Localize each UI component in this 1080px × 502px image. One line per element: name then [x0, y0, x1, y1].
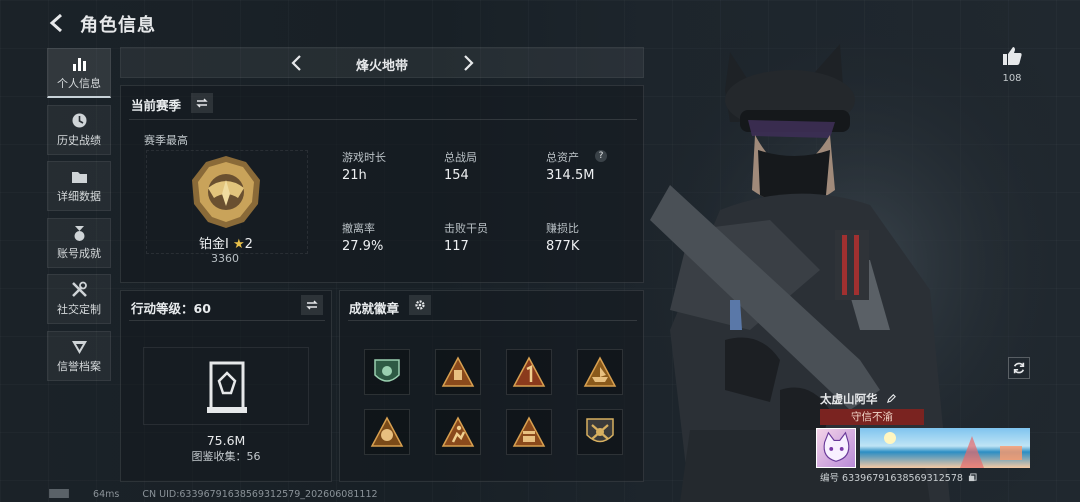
likes-count: 108 — [1002, 73, 1022, 84]
crest-badge-icon — [586, 418, 614, 443]
nav-label: 社交定制 — [57, 303, 101, 316]
cn-uid: CN UID:63396791638569312579_202606081112 — [142, 489, 378, 500]
beach-scene-icon — [884, 432, 1022, 468]
page-title: 角色信息 — [80, 15, 156, 36]
ping-value: 64ms — [93, 489, 120, 500]
collection-value: 75.6M — [206, 433, 246, 448]
profile-banner[interactable] — [860, 428, 1030, 468]
swap-icon — [196, 98, 208, 108]
nav-item-personal-info[interactable]: 个人信息 — [47, 48, 111, 98]
triangle-badge-icon — [441, 356, 475, 387]
folder-icon — [71, 172, 87, 183]
nav-label: 详细数据 — [57, 190, 101, 203]
nav-label: 信誉档案 — [57, 359, 101, 373]
display-case-icon — [207, 361, 247, 413]
achievement-badge[interactable] — [506, 409, 552, 455]
crate-badge-icon — [512, 416, 546, 447]
screen: 角色信息 个人信息 历史战绩 详细数据 账号成就 社交定制 信誉档案 烽火地带 … — [0, 0, 1080, 502]
achievements-title: 成就徽章 — [349, 301, 400, 316]
player-name: 太虚山阿华 — [820, 391, 897, 407]
gear-icon — [415, 300, 425, 310]
cat-avatar-icon — [823, 431, 850, 462]
divider — [129, 119, 637, 120]
shield-badge-icon — [374, 359, 400, 382]
player-uid: 编号 63396791638569312578 — [820, 470, 977, 484]
divider — [348, 320, 637, 321]
swap-action-button[interactable] — [301, 295, 323, 315]
nav-item-reputation[interactable]: 信誉档案 — [47, 330, 111, 381]
achievement-badge[interactable] — [364, 349, 410, 395]
copy-icon[interactable] — [968, 473, 977, 482]
stat-label: 撤离率 — [342, 222, 375, 235]
season-panel: 当前赛季 赛季最高 铂金Ⅰ ★2 3360 游戏时长 21h 总战局 154 总… — [120, 85, 644, 283]
stat-value: 27.9% — [342, 239, 384, 254]
achievement-badge[interactable] — [577, 409, 623, 455]
tools-icon — [71, 281, 87, 297]
rank-emblem-icon — [192, 156, 260, 228]
stat-label: 总战局 — [444, 151, 477, 164]
achievement-badge[interactable] — [435, 409, 481, 455]
help-icon[interactable]: ? — [595, 150, 607, 162]
collection-count: 图鉴收集：56 — [191, 450, 261, 463]
rank-score: 3360 — [211, 252, 239, 265]
signal-bars-icon — [49, 489, 69, 498]
nav-item-details[interactable]: 详细数据 — [47, 161, 111, 211]
edit-pencil-icon[interactable] — [886, 393, 897, 404]
stat-label: 击败干员 — [444, 222, 488, 235]
achievement-badge[interactable] — [364, 409, 410, 455]
stat-label: 赚损比 — [546, 222, 579, 235]
stat-value: 154 — [444, 168, 469, 183]
stat-value: 21h — [342, 168, 367, 183]
footer-status: 64ms CN UID:63396791638569312579_2026060… — [48, 489, 378, 500]
achievement-badge[interactable] — [506, 349, 552, 395]
nav-item-history[interactable]: 历史战绩 — [47, 104, 111, 155]
nav-item-achievements[interactable]: 账号成就 — [47, 217, 111, 268]
achievement-badge[interactable] — [577, 349, 623, 395]
stat-value: 117 — [444, 239, 469, 254]
stat-label: 总资产 — [546, 151, 579, 164]
number-one-badge-icon — [512, 356, 546, 387]
swap-icon — [306, 300, 318, 310]
thumbs-up-icon[interactable] — [1000, 44, 1024, 68]
clock-icon — [72, 113, 86, 127]
nav-item-social[interactable]: 社交定制 — [47, 274, 111, 324]
season-peak-label: 赛季最高 — [144, 134, 188, 147]
avatar[interactable] — [816, 428, 856, 468]
refresh-icon — [1013, 362, 1025, 374]
side-nav: 个人信息 历史战绩 详细数据 账号成就 社交定制 信誉档案 — [47, 48, 111, 387]
swap-season-button[interactable] — [191, 93, 213, 113]
action-level-panel: 行动等级：60 75.6M 图鉴收集：56 — [120, 290, 332, 482]
stat-label: 游戏时长 — [342, 151, 386, 164]
achievement-badge[interactable] — [435, 349, 481, 395]
player-motto-tag: 守信不渝 — [820, 409, 924, 425]
action-level-title: 行动等级：60 — [131, 301, 211, 316]
chevron-right-icon[interactable] — [462, 54, 476, 72]
achievements-panel: 成就徽章 — [339, 290, 644, 482]
map-selector: 烽火地带 — [120, 47, 644, 78]
divider — [129, 320, 325, 321]
nav-label: 历史战绩 — [57, 133, 101, 147]
bar-chart-icon — [72, 57, 86, 71]
boat-badge-icon — [583, 356, 617, 387]
shield-icon — [71, 340, 87, 354]
rank-name: 铂金Ⅰ ★2 — [199, 237, 253, 252]
stat-value: 877K — [546, 239, 580, 254]
fifty-badge-icon — [370, 416, 404, 447]
season-title: 当前赛季 — [131, 98, 182, 113]
nav-label: 账号成就 — [57, 246, 101, 260]
achievement-settings-button[interactable] — [409, 295, 431, 315]
back-arrow-icon[interactable] — [46, 12, 68, 34]
medal-icon — [74, 225, 84, 241]
runner-badge-icon — [441, 416, 475, 447]
nav-label: 个人信息 — [57, 76, 101, 90]
stat-value: 314.5M — [546, 168, 595, 183]
map-name: 烽火地带 — [355, 59, 408, 74]
refresh-button[interactable] — [1008, 357, 1030, 379]
